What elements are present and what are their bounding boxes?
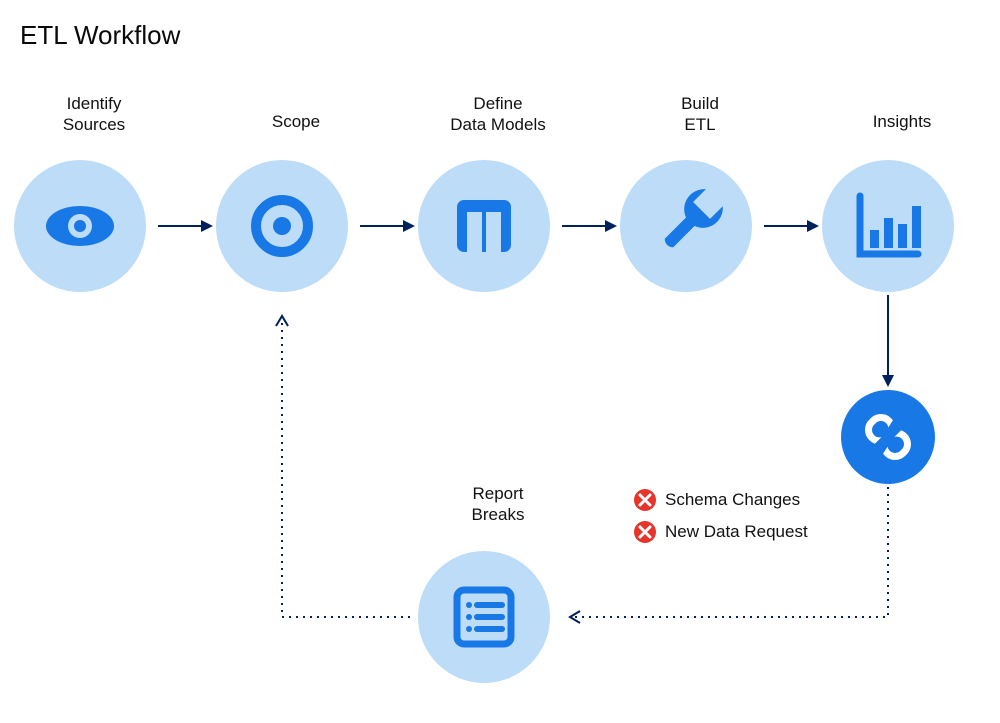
arrow-identify-scope: [158, 220, 213, 232]
node-build: [620, 160, 752, 292]
node-scope: [216, 160, 348, 292]
cause-schema-icon: [634, 489, 656, 511]
cause-request-icon: [634, 521, 656, 543]
diagram-canvas: [0, 0, 1000, 723]
arrow-build-insights: [764, 220, 819, 232]
arrow-models-build: [562, 220, 617, 232]
node-models: [418, 160, 550, 292]
dotted-breaks-to-scope: [276, 316, 410, 617]
node-insights: [822, 160, 954, 292]
arrow-insights-break: [882, 295, 894, 387]
columns-icon: [457, 200, 511, 252]
node-identify: [14, 160, 146, 292]
eye-icon: [46, 206, 114, 246]
arrow-scope-models: [360, 220, 415, 232]
node-broken-link: [841, 390, 935, 484]
dotted-broken-to-breaks: [570, 487, 888, 623]
node-breaks: [418, 551, 550, 683]
